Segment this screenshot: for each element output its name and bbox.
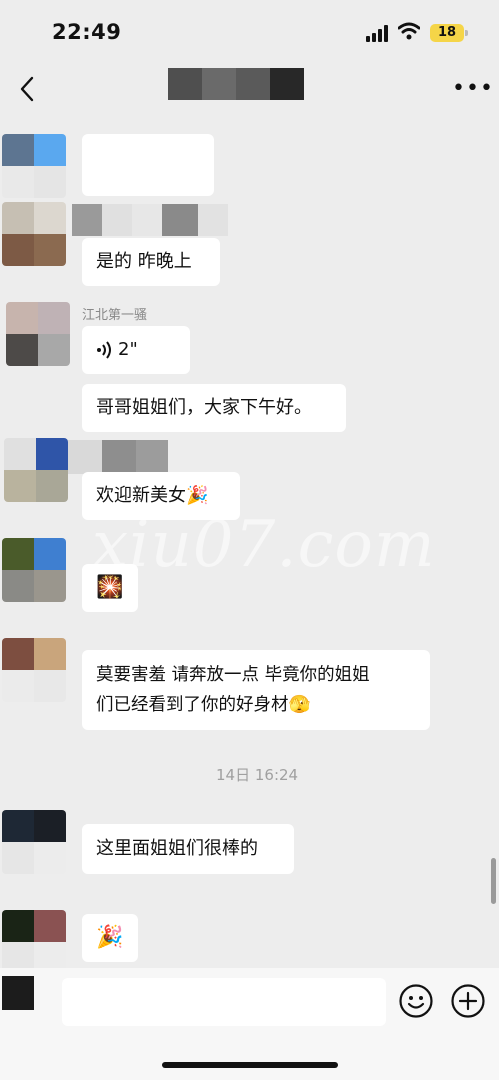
status-time: 22:49 xyxy=(52,20,122,44)
wifi-icon xyxy=(398,22,420,40)
message-bubble[interactable]: 这里面姐姐们很棒的 xyxy=(82,824,294,874)
avatar[interactable] xyxy=(2,976,34,1010)
avatar[interactable] xyxy=(2,810,66,874)
chat-timestamp: 14日 16:24 xyxy=(216,766,299,784)
battery-tip xyxy=(465,30,468,36)
emoji-message-bubble[interactable]: 🎇 xyxy=(82,564,138,612)
scrollbar[interactable] xyxy=(491,858,496,904)
back-button[interactable] xyxy=(14,72,42,106)
message-bubble[interactable]: 哥哥姐姐们，大家下午好。 xyxy=(82,384,346,432)
message-line: 莫要害羞 请奔放一点 毕竟你的姐姐 xyxy=(96,665,370,685)
home-indicator xyxy=(162,1062,338,1068)
avatar[interactable] xyxy=(2,202,66,266)
watermark: xiu07.com xyxy=(92,508,436,582)
emoji-message-bubble[interactable]: 🎉 xyxy=(82,914,138,962)
chat-title-blurred xyxy=(168,68,304,100)
cellular-signal-icon xyxy=(366,24,392,42)
message-line: 们已经看到了你的好身材🫣 xyxy=(96,695,311,715)
plus-circle-icon[interactable] xyxy=(450,983,486,1019)
avatar[interactable] xyxy=(6,302,70,366)
avatar[interactable] xyxy=(2,638,66,702)
message-bubble[interactable] xyxy=(82,134,214,196)
battery-indicator: 18 xyxy=(430,24,464,42)
avatar[interactable] xyxy=(2,134,66,198)
avatar[interactable] xyxy=(4,438,68,502)
message-input[interactable] xyxy=(62,978,386,1026)
avatar[interactable] xyxy=(2,910,66,974)
nickname-blurred xyxy=(68,440,168,474)
sender-nickname: 江北第一骚 xyxy=(82,308,148,323)
nickname-blurred xyxy=(72,204,238,236)
voice-message-bubble[interactable]: 2" xyxy=(82,326,190,374)
voice-duration: 2" xyxy=(118,339,138,360)
message-bubble[interactable]: 是的 昨晚上 xyxy=(82,238,220,286)
voice-wave-icon xyxy=(97,341,111,359)
avatar[interactable] xyxy=(2,538,66,602)
more-button[interactable]: ••• xyxy=(452,78,494,100)
message-bubble[interactable]: 莫要害羞 请奔放一点 毕竟你的姐姐 们已经看到了你的好身材🫣 xyxy=(82,650,430,730)
smile-icon[interactable] xyxy=(398,983,434,1019)
